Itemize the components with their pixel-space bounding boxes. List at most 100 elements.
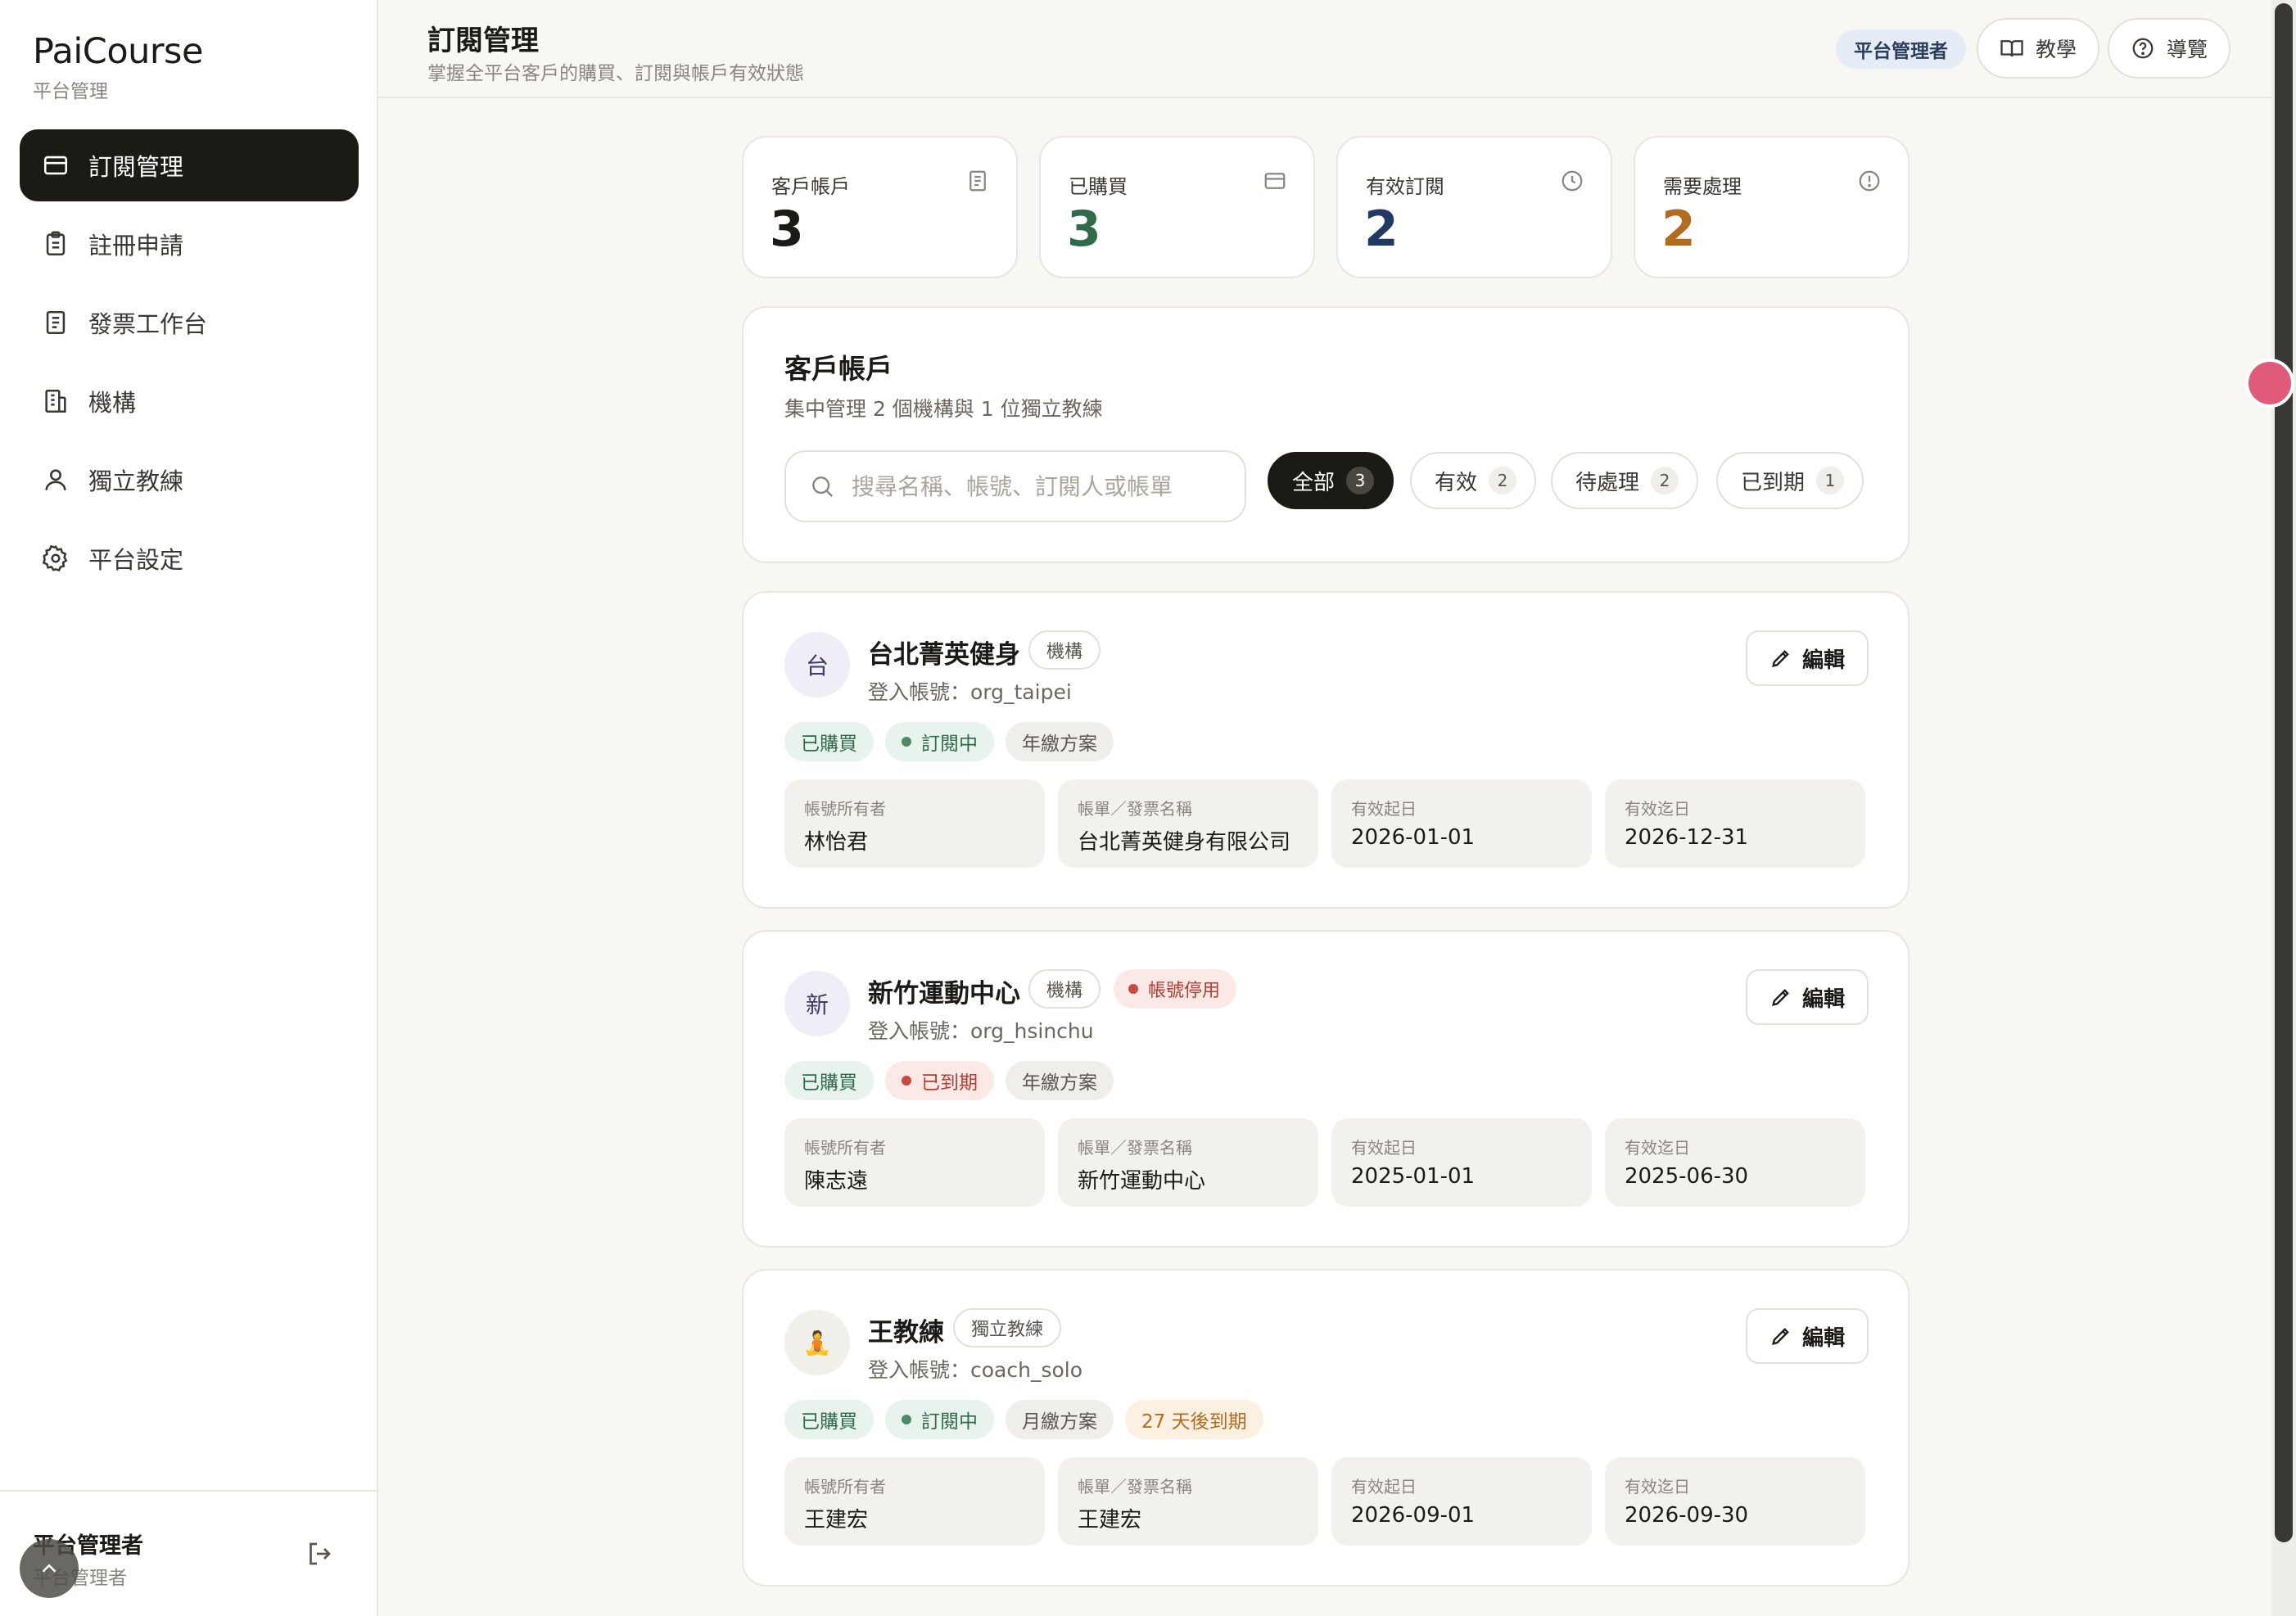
panel-title: 客戶帳戶: [784, 353, 893, 385]
filter-label: 待處理: [1575, 470, 1640, 495]
account-name: 台北菁英健身: [868, 640, 1020, 670]
stat-card-attention: 需要處理 2: [1634, 136, 1910, 278]
edit-button[interactable]: 編輯: [1746, 969, 1869, 1025]
search-icon: [812, 476, 833, 497]
field-end-date: 有效迄日 2025-06-30: [1605, 1118, 1865, 1207]
status-badge: 訂閱中: [885, 1400, 994, 1439]
floating-avatar-button[interactable]: [20, 1539, 79, 1598]
chevron-up-icon: [42, 1564, 56, 1573]
field-end-date: 有效迄日 2026-12-31: [1605, 779, 1865, 868]
guide-label: 導覽: [2167, 38, 2208, 61]
role-badge: 平台管理者: [1836, 29, 1966, 69]
field-label: 帳號所有者: [804, 799, 886, 819]
status-badge: 已購買: [784, 1061, 874, 1100]
scrollbar-thumb[interactable]: [2275, 3, 2293, 1542]
account-name: 王教練: [868, 1318, 944, 1347]
field-end-date: 有效迄日 2026-09-30: [1605, 1457, 1865, 1546]
filter-label: 有效: [1435, 470, 1478, 495]
status-badge: 訂閱中: [885, 722, 994, 761]
field-label: 有效起日: [1351, 1138, 1417, 1158]
filter-active[interactable]: 有效 2: [1410, 452, 1537, 509]
plan-badge: 月繳方案: [1006, 1400, 1114, 1439]
field-label: 帳單／發票名稱: [1078, 1477, 1192, 1496]
sidebar-item-settings[interactable]: 平台設定: [20, 522, 359, 594]
page-title: 訂閱管理: [427, 25, 539, 57]
accounts-filter-panel: 客戶帳戶 集中管理 2 個機構與 1 位獨立教練 全部 3 有效 2 待處理 2…: [742, 306, 1910, 563]
field-owner: 帳號所有者 王建宏: [784, 1457, 1045, 1546]
sidebar-item-subscriptions[interactable]: 訂閱管理: [20, 129, 359, 201]
field-billing-name: 帳單／發票名稱 王建宏: [1058, 1457, 1318, 1546]
field-value: 2026-01-01: [1351, 825, 1476, 850]
filter-all[interactable]: 全部 3: [1268, 452, 1394, 509]
assistant-bubble[interactable]: [2245, 359, 2294, 408]
help-circle-icon: [2132, 38, 2154, 59]
field-owner: 帳號所有者 陳志遠: [784, 1118, 1045, 1207]
edit-label: 編輯: [1801, 1325, 1845, 1351]
edit-label: 編輯: [1801, 648, 1845, 673]
field-billing-name: 帳單／發票名稱 新竹運動中心: [1058, 1118, 1318, 1207]
tutorial-label: 教學: [2036, 38, 2077, 61]
main-content: 客戶帳戶 3 已購買 3 有效訂閱 2 需要處理 2 客戶帳戶 集中管理 2 個…: [742, 136, 1910, 1587]
status-badge: 已到期: [885, 1061, 994, 1100]
filter-count: 2: [1651, 467, 1679, 494]
clipboard-icon: [41, 229, 70, 259]
logout-icon[interactable]: [305, 1539, 334, 1569]
stats-row: 客戶帳戶 3 已購買 3 有效訂閱 2 需要處理 2: [742, 136, 1910, 278]
account-type-badge: 獨立教練: [953, 1308, 1062, 1347]
brand-subtitle: 平台管理: [33, 81, 108, 102]
filter-label: 全部: [1292, 470, 1336, 495]
sidebar-item-invoices[interactable]: 發票工作台: [20, 287, 359, 359]
account-fields: 帳號所有者 陳志遠 帳單／發票名稱 新竹運動中心 有效起日 2025-01-01…: [784, 1118, 1865, 1207]
credit-card-icon: [41, 151, 70, 180]
login-account: 登入帳號：org_hsinchu: [868, 1019, 1094, 1043]
stat-card-active: 有效訂閱 2: [1336, 136, 1612, 278]
search-box[interactable]: [784, 450, 1246, 522]
field-label: 有效迄日: [1625, 799, 1690, 819]
guide-button[interactable]: 導覽: [2108, 18, 2231, 79]
filter-count: 2: [1489, 467, 1517, 494]
filter-count: 3: [1346, 467, 1375, 494]
filter-pending[interactable]: 待處理 2: [1551, 452, 1699, 509]
pencil-icon: [1772, 650, 1789, 667]
field-value: 台北菁英健身有限公司: [1078, 830, 1291, 855]
field-owner: 帳號所有者 林怡君: [784, 779, 1045, 868]
stat-value: 2: [1661, 201, 1696, 258]
sidebar-item-label: 平台設定: [88, 546, 184, 574]
status-label: 訂閱中: [921, 1411, 978, 1433]
status-tags: 已購買 訂閱中 月繳方案 27 天後到期: [784, 1400, 1263, 1439]
book-icon: [2000, 40, 2023, 57]
credit-card-icon: [1264, 173, 1286, 189]
user-icon: [41, 465, 70, 494]
clock-icon: [1562, 170, 1583, 192]
sidebar-item-coaches[interactable]: 獨立教練: [20, 444, 359, 516]
field-label: 帳單／發票名稱: [1078, 799, 1192, 819]
field-label: 有效起日: [1351, 1477, 1417, 1496]
page-subtitle: 掌握全平台客戶的購買、訂閱與帳戶有效狀態: [427, 63, 804, 84]
edit-button[interactable]: 編輯: [1746, 630, 1869, 686]
account-name: 新竹運動中心: [868, 979, 1020, 1009]
field-value: 王建宏: [1078, 1508, 1142, 1532]
gear-icon: [41, 544, 70, 573]
account-type-badge: 機構: [1028, 969, 1101, 1009]
field-start-date: 有效起日 2026-09-01: [1331, 1457, 1592, 1546]
status-tags: 已購買 訂閱中 年繳方案: [784, 722, 1114, 761]
stat-label: 已購買: [1069, 175, 1128, 198]
stat-label: 客戶帳戶: [771, 175, 850, 198]
sidebar-item-registrations[interactable]: 註冊申請: [20, 208, 359, 280]
filter-expired[interactable]: 已到期 1: [1716, 452, 1864, 509]
avatar: 新: [784, 971, 850, 1036]
filter-count: 1: [1816, 467, 1845, 494]
account-card: 新 新竹運動中心 機構 帳號停用 登入帳號：org_hsinchu 編輯 已購買…: [742, 930, 1910, 1248]
field-value: 2026-09-01: [1351, 1503, 1476, 1528]
sidebar-item-organizations[interactable]: 機構: [20, 365, 359, 437]
status-dot: [902, 1415, 911, 1424]
field-value: 王建宏: [804, 1508, 869, 1532]
search-input[interactable]: [852, 472, 1187, 500]
top-bar: 訂閱管理 掌握全平台客戶的購買、訂閱與帳戶有效狀態 平台管理者 教學 導覽: [378, 0, 2271, 98]
brand-name: PaiCourse: [33, 31, 203, 72]
edit-button[interactable]: 編輯: [1746, 1308, 1869, 1364]
stat-label: 需要處理: [1663, 175, 1742, 198]
tutorial-button[interactable]: 教學: [1977, 18, 2100, 79]
sidebar-item-label: 註冊申請: [88, 232, 184, 260]
receipt-icon: [41, 308, 70, 337]
